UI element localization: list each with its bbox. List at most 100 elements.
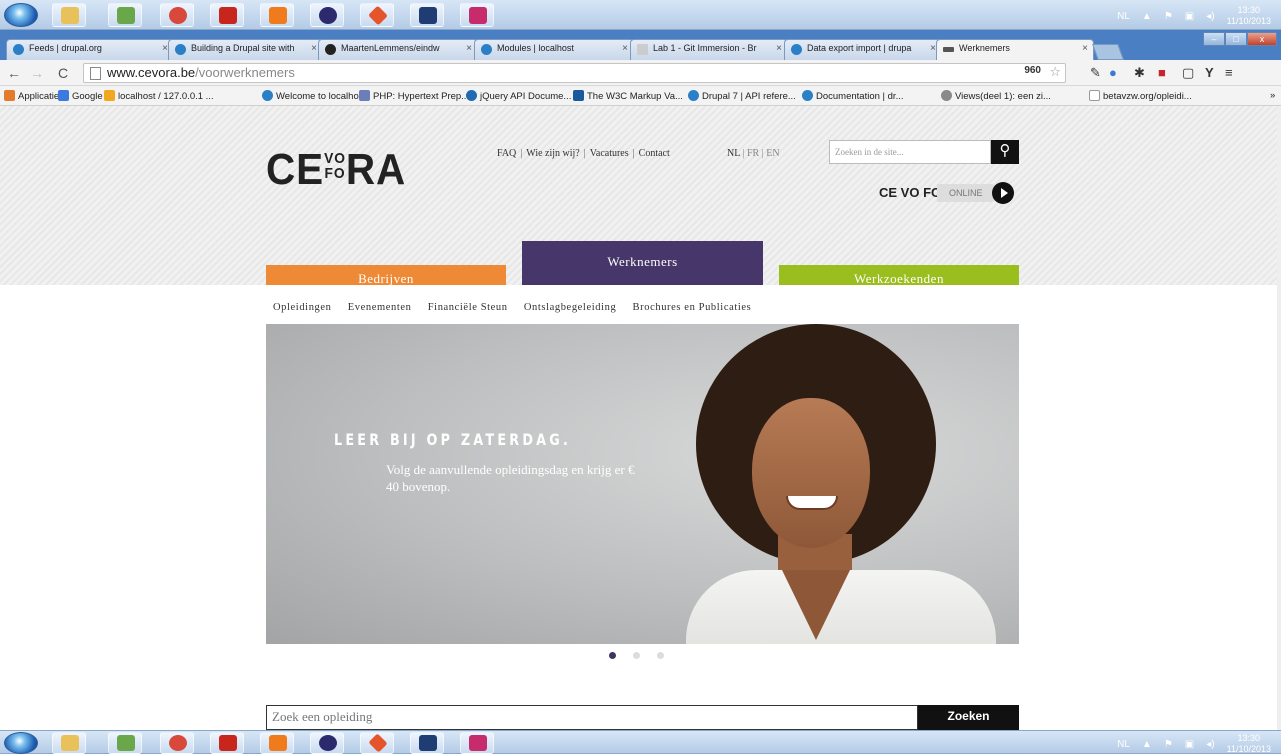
bookmark-item[interactable]: Applicaties [4,90,64,102]
bookmark-item[interactable]: Google [58,90,103,102]
browser-tab[interactable]: Feeds | drupal.org × [6,39,174,60]
link-contact[interactable]: Contact [639,148,670,159]
lang-fr[interactable]: FR [747,148,759,159]
tab-close-icon[interactable]: × [466,43,472,54]
taskbar-filezilla[interactable] [210,3,244,27]
site-search-input[interactable]: Zoeken in de site... [829,140,991,164]
close-window-button[interactable]: x [1247,32,1277,46]
taskbar-indesign[interactable] [460,732,494,754]
taskbar-xampp[interactable] [260,3,294,27]
tab-close-icon[interactable]: × [1082,43,1088,54]
new-tab-button[interactable] [1092,44,1124,60]
tab-close-icon[interactable]: × [622,43,628,54]
subnav-opleidingen[interactable]: Opleidingen [273,302,332,313]
bookmark-item[interactable]: localhost / 127.0.0.1 ... [104,90,214,102]
cevora-logo[interactable]: CEVO FORA [266,145,406,195]
link-wie-zijn-wij[interactable]: Wie zijn wij? [526,148,579,159]
browser-tab[interactable]: Data export import | drupa × [784,39,942,60]
960-grid-icon[interactable]: 960 [1024,65,1041,76]
browser-tab[interactable]: Lab 1 - Git Immersion - Br × [630,39,788,60]
taskbar-indesign[interactable] [460,3,494,27]
yslow-icon[interactable]: Y [1205,65,1214,80]
link-vacatures[interactable]: Vacatures [590,148,629,159]
tab-bedrijven[interactable]: Bedrijven [266,265,506,285]
subnav-evenementen[interactable]: Evenementen [348,302,412,313]
taskbar-notepad[interactable] [108,3,142,27]
clock[interactable]: 13:30 11/10/2013 [1227,5,1271,27]
tray-arrow-icon[interactable]: ▲ [1142,739,1152,750]
menu-icon[interactable]: ≡ [1225,65,1233,80]
bookmark-item[interactable]: Views(deel 1): een zi... [941,90,1051,102]
subnav-financiele-steun[interactable]: Financiële Steun [428,302,508,313]
pencil-icon[interactable]: ✎ [1090,65,1101,81]
bookmark-item[interactable]: Welcome to localho... [262,90,367,102]
taskbar-photoshop[interactable] [410,732,444,754]
subnav-brochures[interactable]: Brochures en Publicaties [633,302,752,313]
lang-en[interactable]: EN [766,148,779,159]
browser-tab[interactable]: MaartenLemmens/eindw × [318,39,478,60]
maximize-button[interactable]: □ [1225,32,1247,46]
language-indicator[interactable]: NL [1117,11,1130,22]
taskbar-chrome[interactable] [160,3,194,27]
taskbar-explorer[interactable] [52,732,86,754]
taskbar-chrome[interactable] [160,732,194,754]
bookmark-item[interactable]: Drupal 7 | API refere... [688,90,796,102]
volume-icon[interactable]: ◂) [1206,739,1214,750]
browser-tab[interactable]: Modules | localhost × [474,39,634,60]
flag-icon[interactable]: ⚑ [1164,739,1173,750]
taskbar-git[interactable] [360,732,394,754]
network-icon[interactable]: ▣ [1185,11,1194,22]
tab-werknemers[interactable]: Werknemers [522,241,763,285]
taskbar-eclipse[interactable] [310,732,344,754]
page-scrollbar[interactable] [1277,106,1281,730]
taskbar-xampp[interactable] [260,732,294,754]
forward-arrow-icon[interactable]: → [30,65,44,81]
volume-icon[interactable]: ◂) [1206,11,1214,22]
globe-icon[interactable]: ● [1109,65,1117,80]
subnav-ontslagbegeleiding[interactable]: Ontslagbegeleiding [524,302,616,313]
star-icon[interactable]: ☆ [1049,64,1061,80]
start-button[interactable] [4,3,38,27]
carousel-dot[interactable] [633,652,640,659]
taskbar-explorer[interactable] [52,3,86,27]
course-search-button[interactable]: Zoeken [918,705,1019,730]
bookmark-item[interactable]: PHP: Hypertext Prep... [359,90,469,102]
address-bar[interactable]: www.cevora.be/voorwerknemers ☆ 960 [83,63,1066,83]
tab-close-icon[interactable]: × [776,43,782,54]
taskbar-notepad[interactable] [108,732,142,754]
gear-icon[interactable]: ✱ [1134,65,1145,81]
lang-nl[interactable]: NL [727,148,740,159]
taskbar-filezilla[interactable] [210,732,244,754]
bookmark-item[interactable]: jQuery API Docume... [466,90,571,102]
taskbar-eclipse[interactable] [310,3,344,27]
cevora-online-link[interactable]: CE VO FO RA ONLINE [879,181,1016,205]
start-button[interactable] [4,732,38,754]
hero-banner[interactable]: LEER BIJ OP ZATERDAG. Volg de aanvullend… [266,324,1019,644]
tab-werkzoekenden[interactable]: Werkzoekenden [779,265,1019,285]
drupal-icon [802,90,813,101]
flag-icon[interactable]: ⚑ [1164,11,1173,22]
browser-tab-active[interactable]: Werknemers × [936,39,1094,60]
language-indicator[interactable]: NL [1117,739,1130,750]
link-faq[interactable]: FAQ [497,148,516,159]
taskbar-git[interactable] [360,3,394,27]
taskbar-photoshop[interactable] [410,3,444,27]
network-icon[interactable]: ▣ [1185,739,1194,750]
screen-icon[interactable]: ▢ [1182,65,1194,81]
minimize-button[interactable]: – [1203,32,1225,46]
bookmarks-overflow-icon[interactable]: » [1270,90,1275,101]
bookmark-item[interactable]: The W3C Markup Va... [573,90,683,102]
tab-close-icon[interactable]: × [311,43,317,54]
tray-arrow-icon[interactable]: ▲ [1142,11,1152,22]
save-icon[interactable]: ■ [1158,65,1166,80]
course-search-input[interactable]: Zoek een opleiding [266,705,918,730]
search-button[interactable]: ⚲ [991,140,1019,164]
bookmark-item[interactable]: Documentation | dr... [802,90,904,102]
carousel-dot[interactable] [657,652,664,659]
back-arrow-icon[interactable]: ← [7,65,21,81]
bookmark-item[interactable]: betavzw.org/opleidi... [1089,90,1192,102]
carousel-dot-active[interactable] [609,652,616,659]
clock[interactable]: 13:30 11/10/2013 [1227,733,1271,755]
reload-icon[interactable]: C [58,65,68,81]
browser-tab[interactable]: Building a Drupal site with × [168,39,323,60]
